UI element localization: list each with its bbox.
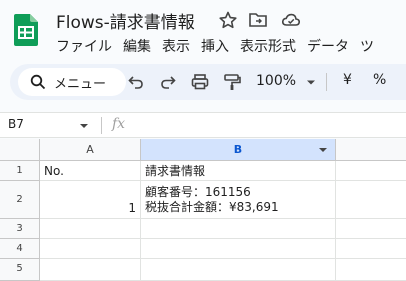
redo-icon[interactable] bbox=[158, 72, 178, 92]
menu-view[interactable]: 表示 bbox=[162, 36, 190, 56]
search-icon bbox=[30, 74, 46, 90]
cell-a2[interactable]: 1 bbox=[40, 181, 141, 219]
row-header-3[interactable]: 3 bbox=[0, 219, 40, 239]
cell-b3[interactable] bbox=[141, 219, 336, 239]
move-to-folder-icon[interactable] bbox=[248, 11, 268, 29]
formula-bar: B7 fx bbox=[0, 112, 406, 138]
spreadsheet-app: Flows-請求書情報 ファイル 編集 表示 挿入 表示形式 データ ツ メニュ… bbox=[0, 0, 406, 281]
cell-c1[interactable] bbox=[336, 161, 406, 181]
cell-b4[interactable] bbox=[141, 239, 336, 259]
column-header-a-label: A bbox=[86, 143, 94, 156]
row-header-1[interactable]: 1 bbox=[0, 161, 40, 181]
cell-a3[interactable] bbox=[40, 219, 141, 239]
toolbar-divider bbox=[326, 73, 327, 91]
cell-c4[interactable] bbox=[336, 239, 406, 259]
currency-format-button[interactable]: ¥ bbox=[343, 72, 352, 88]
menu-edit[interactable]: 編集 bbox=[123, 36, 151, 56]
sheet-grid: A B 1 2 3 4 5 No. 請求書情報 1 顧客番号：161156 税抜… bbox=[0, 139, 406, 281]
column-header-b-label: B bbox=[233, 143, 243, 156]
column-header-b[interactable]: B bbox=[141, 139, 336, 161]
cell-c2[interactable] bbox=[336, 181, 406, 219]
menu-format[interactable]: 表示形式 bbox=[240, 36, 296, 56]
cell-b1[interactable]: 請求書情報 bbox=[141, 161, 336, 181]
toolbar: メニュー 100% ¥ % bbox=[10, 64, 406, 100]
chevron-down-icon[interactable] bbox=[301, 72, 321, 92]
column-header-c[interactable] bbox=[336, 139, 406, 161]
cell-a5[interactable] bbox=[40, 259, 141, 281]
column-header-a[interactable]: A bbox=[40, 139, 141, 161]
menu-bar: ファイル 編集 表示 挿入 表示形式 データ ツ bbox=[56, 36, 385, 56]
row-header-2[interactable]: 2 bbox=[0, 181, 40, 219]
paint-format-icon[interactable] bbox=[222, 72, 242, 92]
cell-b2[interactable]: 顧客番号：161156 税抜合計金額：¥83,691 bbox=[141, 181, 336, 219]
formula-bar-divider bbox=[101, 117, 102, 134]
cell-a4[interactable] bbox=[40, 239, 141, 259]
sheets-logo-icon[interactable] bbox=[14, 14, 38, 46]
star-icon[interactable] bbox=[218, 11, 238, 29]
name-box-dropdown-icon[interactable] bbox=[80, 124, 88, 128]
title-bar: Flows-請求書情報 ファイル 編集 表示 挿入 表示形式 データ ツ bbox=[0, 0, 406, 62]
cell-b5[interactable] bbox=[141, 259, 336, 281]
column-menu-icon[interactable] bbox=[319, 148, 327, 152]
menu-search[interactable]: メニュー bbox=[18, 68, 126, 96]
menu-tools[interactable]: ツ bbox=[360, 36, 374, 56]
document-title[interactable]: Flows-請求書情報 bbox=[56, 8, 195, 33]
menu-search-label: メニュー bbox=[54, 77, 107, 92]
select-all-corner[interactable] bbox=[0, 139, 40, 161]
percent-format-button[interactable]: % bbox=[373, 72, 386, 88]
cloud-saved-icon[interactable] bbox=[281, 11, 301, 29]
cell-a1[interactable]: No. bbox=[40, 161, 141, 181]
menu-insert[interactable]: 挿入 bbox=[201, 36, 229, 56]
zoom-select[interactable]: 100% bbox=[256, 73, 296, 89]
row-header-5[interactable]: 5 bbox=[0, 259, 40, 281]
fx-icon: fx bbox=[112, 116, 126, 132]
name-box[interactable]: B7 bbox=[8, 117, 24, 131]
undo-icon[interactable] bbox=[126, 72, 146, 92]
menu-file[interactable]: ファイル bbox=[56, 36, 112, 56]
row-header-4[interactable]: 4 bbox=[0, 239, 40, 259]
cell-c3[interactable] bbox=[336, 219, 406, 239]
print-icon[interactable] bbox=[190, 72, 210, 92]
cell-c5[interactable] bbox=[336, 259, 406, 281]
menu-data[interactable]: データ bbox=[307, 36, 349, 56]
